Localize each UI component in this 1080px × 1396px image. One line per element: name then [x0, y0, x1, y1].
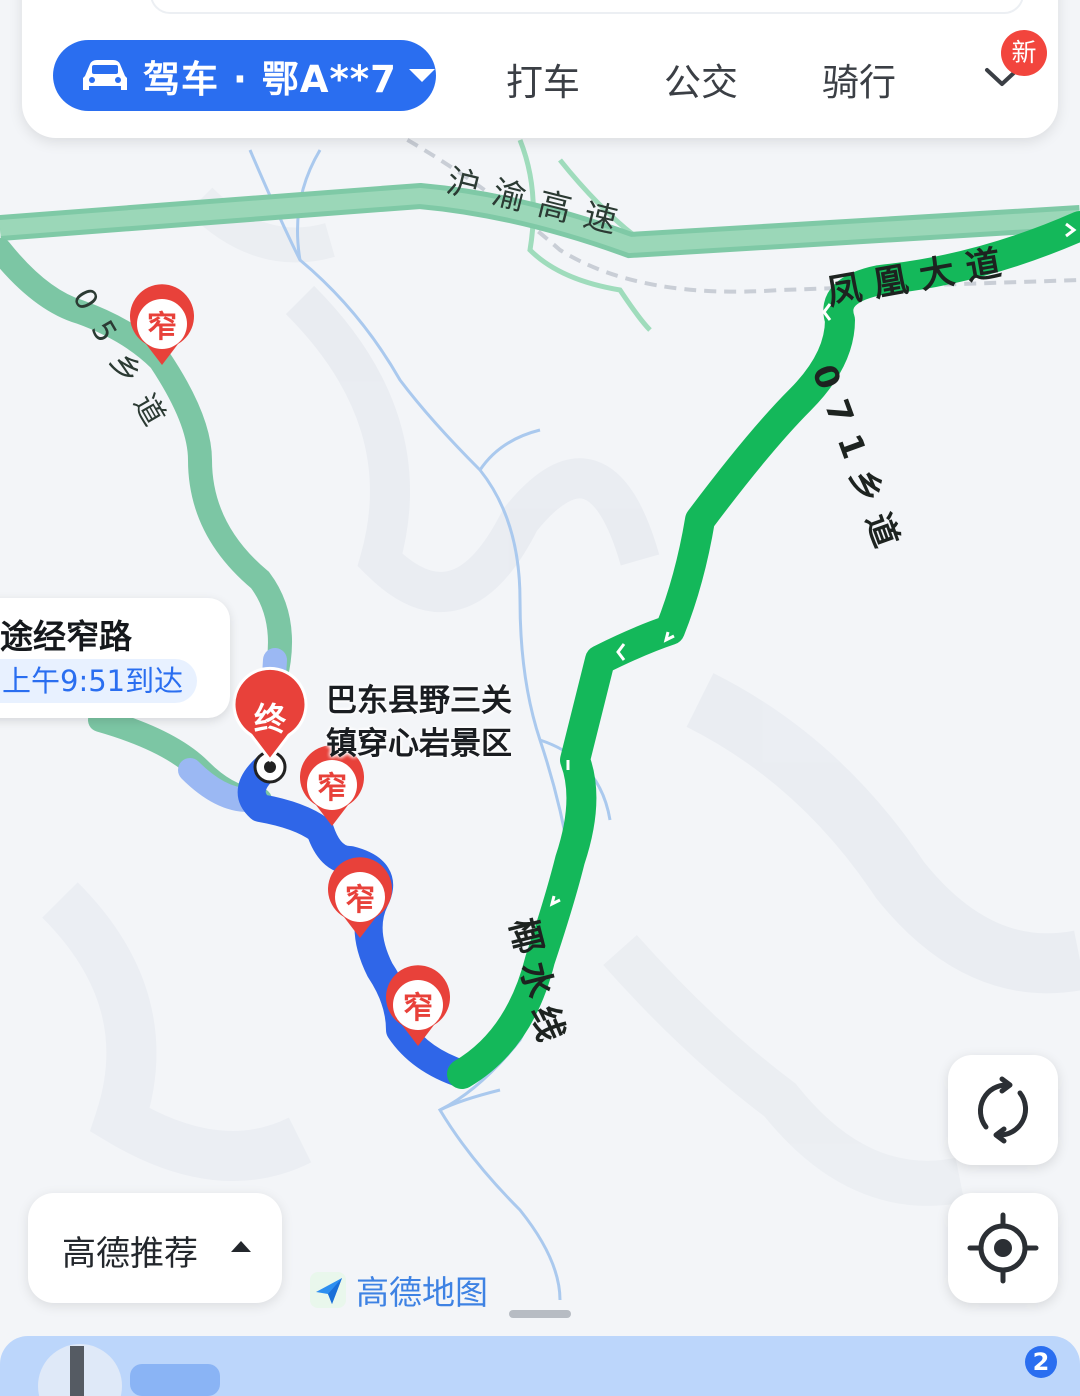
tab-transit[interactable]: 公交 — [664, 52, 738, 106]
narrow-marker-1-label: 窄 — [317, 771, 347, 806]
destination-marker-label: 终 — [254, 700, 287, 738]
route-preference-button[interactable]: 高德推荐 — [28, 1193, 282, 1303]
refresh-icon — [977, 1076, 1029, 1144]
drive-mode-button[interactable]: 驾车 · 鄂A**7 — [53, 40, 436, 111]
route-bottom-sheet[interactable] — [0, 1336, 1080, 1396]
route-count-badge: 2 — [1025, 1346, 1057, 1378]
drive-mode-label: 驾车 · 鄂A**7 — [143, 57, 397, 101]
narrow-marker-3-label: 窄 — [403, 991, 433, 1026]
destination-name-line2: 镇穿心岩景区 — [326, 726, 512, 762]
new-badge: 新 — [1001, 30, 1047, 76]
tab-taxi[interactable]: 打车 — [506, 52, 580, 106]
amap-logo-icon — [310, 1272, 346, 1308]
locate-icon — [967, 1212, 1039, 1284]
route-thumbnail-icon — [38, 1344, 220, 1396]
chevron-down-icon — [408, 69, 435, 82]
car-icon — [83, 59, 127, 90]
narrow-marker-2-label: 窄 — [345, 883, 375, 918]
callout-title: 途经窄路 — [0, 617, 132, 656]
callout-eta: 上午9:51到达 — [0, 659, 198, 703]
destination-name-line1: 巴东县野三关 — [326, 683, 512, 719]
tab-cycling[interactable]: 骑行 — [822, 52, 896, 106]
destination-name: 巴东县野三关 镇穿心岩景区 — [326, 680, 556, 766]
sheet-drag-handle[interactable] — [509, 1310, 571, 1318]
search-box[interactable] — [150, 0, 1024, 14]
route-callout[interactable]: 途经窄路 上午9:51到达 — [0, 598, 230, 718]
narrow-marker-top-label: 窄 — [147, 310, 177, 345]
locate-button[interactable] — [948, 1193, 1058, 1303]
refresh-button[interactable] — [948, 1055, 1058, 1165]
amap-watermark: 高德地图 — [308, 1270, 488, 1312]
watermark-text: 高德地图 — [356, 1273, 488, 1312]
chevron-up-icon — [231, 1241, 251, 1252]
route-preference-label: 高德推荐 — [62, 1234, 198, 1274]
